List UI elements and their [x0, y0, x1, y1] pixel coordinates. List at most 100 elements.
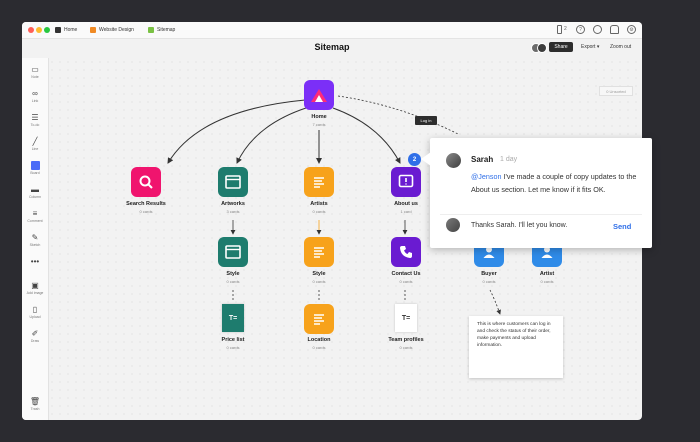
search-icon[interactable] [593, 25, 602, 34]
tool-add-image[interactable]: ▣ Add image [22, 280, 48, 296]
board-icon [29, 160, 41, 170]
node-contact-label: Contact Us [391, 271, 421, 277]
trash-icon: 🗑 [29, 396, 41, 406]
node-team-profiles[interactable]: T= [395, 304, 417, 332]
node-team-label: Team profiles [388, 337, 424, 343]
node-location-sub: 0 cards [312, 345, 326, 350]
comment-divider [440, 214, 642, 215]
node-price-label: Price list [221, 337, 245, 343]
node-about-us[interactable] [391, 167, 421, 197]
column-icon: ▬ [31, 184, 39, 194]
node-contact-sub: 0 cards [399, 279, 413, 284]
comment-thread[interactable]: Sarah 1 day @Jenson I've made a couple o… [421, 138, 652, 248]
comment-icon: ≡ [32, 208, 38, 218]
node-style2-sub: 0 cards [312, 279, 326, 284]
breadcrumb-home[interactable]: Home [55, 25, 77, 35]
mention-link[interactable]: @Jenson [471, 172, 501, 181]
node-style2-label: Style [312, 271, 326, 277]
browser-window-icon [225, 245, 241, 259]
more-icon: ••• [30, 256, 40, 266]
tool-draw[interactable]: ✐ Draw [22, 328, 48, 344]
breadcrumb-sitemap[interactable]: Sitemap [148, 25, 175, 35]
node-price-list[interactable]: T= [222, 304, 244, 332]
node-style-artists[interactable] [304, 237, 334, 267]
info-chat-icon [398, 174, 414, 188]
text-lines-icon [314, 314, 324, 325]
tool-note[interactable]: ▭ Note [22, 64, 48, 80]
image-icon: ▣ [31, 280, 39, 290]
tool-more[interactable]: ••• [22, 256, 48, 266]
tool-board[interactable]: Board [22, 160, 48, 175]
link-icon: ∞ [32, 88, 38, 98]
tool-sketch[interactable]: ✎ Sketch [22, 232, 48, 248]
node-search-sub: 0 cards [139, 209, 153, 214]
node-style-artworks[interactable] [218, 237, 248, 267]
node-artworks-sub: 3 cards [226, 209, 240, 214]
node-location[interactable] [304, 304, 334, 334]
avatar [446, 218, 460, 232]
zoom-out-button[interactable]: Zoom out [610, 44, 631, 50]
node-style1-label: Style [226, 271, 240, 277]
send-button[interactable]: Send [613, 222, 631, 231]
gear-icon[interactable]: ⚙ [627, 25, 636, 34]
node-artists-label: Artists [310, 201, 328, 207]
node-contact-us[interactable] [391, 237, 421, 267]
note-icon: ▭ [31, 64, 39, 74]
breadcrumb-website-design[interactable]: Website Design [90, 25, 134, 35]
unsorted-filter[interactable]: 0 Unsorted [599, 86, 633, 96]
avatar [446, 153, 461, 168]
reply-input[interactable]: Thanks Sarah. I'll let you know. [471, 222, 567, 229]
sketch-icon: ✎ [31, 232, 39, 242]
node-artist-label: Artist [539, 271, 555, 277]
todo-icon: ☰ [31, 112, 39, 122]
node-artist-sub: 0 cards [540, 279, 554, 284]
maximize-window-button[interactable] [44, 27, 50, 33]
node-home-sub: 7 cards [312, 122, 326, 127]
note-card[interactable]: This is where customers can log in and c… [469, 316, 563, 378]
bell-icon[interactable] [610, 25, 619, 34]
node-search-label: Search Results [126, 201, 166, 207]
node-artists-sub: 0 cards [312, 209, 326, 214]
minimize-window-button[interactable] [36, 27, 42, 33]
bubble-pointer [421, 152, 431, 166]
node-search-results[interactable] [131, 167, 161, 197]
tool-line[interactable]: ╱ Line [22, 136, 48, 152]
comment-time: 1 day [500, 156, 518, 163]
browser-window-icon [225, 175, 241, 189]
share-button[interactable]: Share [549, 42, 573, 52]
home-icon [55, 27, 61, 33]
tool-trash[interactable]: 🗑 Trash [22, 396, 48, 412]
tool-todo[interactable]: ☰ To-do [22, 112, 48, 128]
search-icon [139, 175, 153, 189]
board-icon [148, 27, 154, 33]
connector-label-login[interactable]: Log in [415, 116, 437, 125]
node-price-sub: 0 cards [226, 345, 240, 350]
help-icon[interactable]: ? [576, 25, 585, 34]
device-icon[interactable] [557, 25, 562, 34]
phone-icon [400, 246, 412, 258]
upload-icon: ▯ [32, 304, 38, 314]
line-icon: ╱ [32, 136, 38, 146]
node-artists[interactable] [304, 167, 334, 197]
node-artworks[interactable] [218, 167, 248, 197]
text-lines-icon [314, 247, 324, 258]
top-bar: Home Website Design Sitemap 2 ? ⚙ [22, 22, 642, 39]
draw-icon: ✐ [31, 328, 39, 338]
text-document-icon: T= [228, 314, 238, 322]
export-button[interactable]: Export ▾ [581, 44, 599, 50]
tool-link[interactable]: ∞ Link [22, 88, 48, 104]
tool-sidebar: ▭ Note ∞ Link ☰ To-do ╱ Line Board ▬ Column ≡… [22, 58, 49, 420]
comment-author: Sarah [471, 155, 494, 164]
close-window-button[interactable] [28, 27, 34, 33]
tool-comment[interactable]: ≡ Comment [22, 208, 48, 224]
node-home[interactable] [304, 80, 334, 110]
avatar[interactable] [537, 43, 547, 53]
text-document-icon: T= [401, 314, 411, 322]
tool-column[interactable]: ▬ Column [22, 184, 48, 200]
title-bar: Sitemap Share Export ▾ Zoom out [22, 39, 642, 57]
notification-count: 2 [564, 26, 567, 32]
comment-count-badge[interactable]: 2 [408, 153, 421, 166]
tool-upload[interactable]: ▯ Upload [22, 304, 48, 320]
comment-body: @Jenson I've made a couple of copy updat… [471, 172, 637, 194]
text-lines-icon [314, 177, 324, 188]
